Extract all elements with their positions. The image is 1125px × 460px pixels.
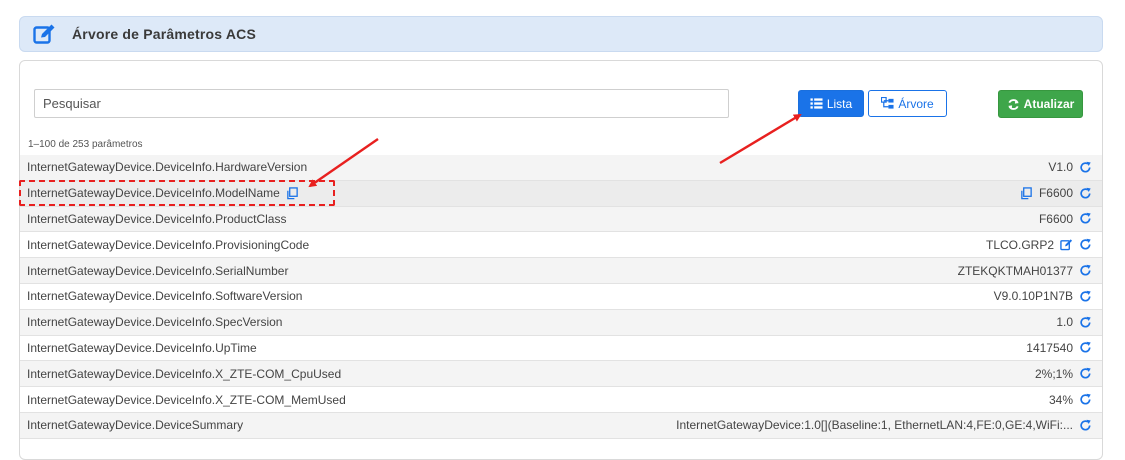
table-row: InternetGatewayDevice.DeviceInfo.X_ZTE-C… [20, 387, 1102, 413]
parameter-value: 1417540 [1026, 340, 1073, 355]
refresh-icon[interactable] [1079, 393, 1092, 406]
refresh-button[interactable]: Atualizar [998, 90, 1083, 118]
parameter-name: InternetGatewayDevice.DeviceSummary [27, 418, 244, 433]
refresh-icon[interactable] [1079, 238, 1092, 251]
copy-icon[interactable] [286, 186, 299, 200]
parameter-value: 1.0 [1056, 315, 1073, 330]
refresh-icon [1008, 98, 1019, 110]
refresh-icon[interactable] [1079, 341, 1092, 354]
refresh-icon[interactable] [1079, 264, 1092, 277]
parameter-name: InternetGatewayDevice.DeviceInfo.Product… [27, 211, 287, 226]
parameter-value: F6600 [1038, 186, 1073, 201]
parameter-name: InternetGatewayDevice.DeviceInfo.SerialN… [27, 263, 289, 278]
table-row: InternetGatewayDevice.DeviceInfo.X_ZTE-C… [20, 361, 1102, 388]
table-row: InternetGatewayDevice.DeviceInfo.Softwar… [20, 283, 1102, 310]
table-row: InternetGatewayDevice.DeviceInfo.SerialN… [20, 258, 1102, 284]
copy-icon[interactable] [1020, 186, 1033, 200]
list-icon [810, 98, 823, 109]
refresh-icon[interactable] [1079, 316, 1092, 329]
table-row: InternetGatewayDevice.DeviceSummary Inte… [20, 412, 1102, 439]
table-row: InternetGatewayDevice.DeviceInfo.ModelNa… [20, 180, 1102, 207]
parameter-name: InternetGatewayDevice.DeviceInfo.SpecVer… [27, 315, 283, 330]
list-view-button[interactable]: Lista [798, 90, 864, 117]
parameter-value: 34% [1048, 392, 1073, 407]
refresh-icon[interactable] [1079, 367, 1092, 380]
page-header: Árvore de Parâmetros ACS [19, 16, 1103, 52]
parameter-name: InternetGatewayDevice.DeviceInfo.Hardwar… [27, 160, 308, 175]
refresh-icon[interactable] [1079, 212, 1092, 225]
list-view-label: Lista [826, 96, 853, 111]
edit-icon [33, 24, 55, 44]
refresh-icon[interactable] [1079, 419, 1092, 432]
tree-icon [881, 97, 894, 109]
parameter-name: InternetGatewayDevice.DeviceInfo.ModelNa… [27, 186, 280, 201]
edit-icon[interactable] [1060, 238, 1073, 251]
parameter-name: InternetGatewayDevice.DeviceInfo.X_ZTE-C… [27, 392, 346, 407]
refresh-icon[interactable] [1079, 187, 1092, 200]
table-row: InternetGatewayDevice.DeviceInfo.Hardwar… [20, 155, 1102, 181]
results-count: 1–100 de 253 parâmetros [28, 139, 143, 150]
table-row: InternetGatewayDevice.DeviceInfo.SpecVer… [20, 309, 1102, 336]
parameter-value: TLCO.GRP2 [985, 237, 1054, 252]
parameter-value: V9.0.10P1N7B [993, 289, 1073, 304]
parameter-value: ZTEKQKTMAH01377 [957, 263, 1073, 278]
table-row: InternetGatewayDevice.DeviceInfo.Provisi… [20, 232, 1102, 259]
parameter-name: InternetGatewayDevice.DeviceInfo.Softwar… [27, 289, 303, 304]
table-row: InternetGatewayDevice.DeviceInfo.UpTime … [20, 335, 1102, 362]
parameter-list: InternetGatewayDevice.DeviceInfo.Hardwar… [20, 155, 1102, 439]
parameter-value: F6600 [1038, 211, 1073, 226]
parameter-name: InternetGatewayDevice.DeviceInfo.X_ZTE-C… [27, 366, 342, 381]
tree-view-label: Árvore [898, 96, 934, 111]
tree-view-button[interactable]: Árvore [868, 90, 947, 117]
refresh-icon[interactable] [1079, 161, 1092, 174]
page-title: Árvore de Parâmetros ACS [72, 26, 257, 42]
parameter-value: InternetGatewayDevice:1.0[](Baseline:1, … [676, 418, 1073, 433]
parameter-value: 2%;1% [1034, 366, 1073, 381]
parameter-value: V1.0 [1048, 160, 1073, 175]
table-row: InternetGatewayDevice.DeviceInfo.Product… [20, 206, 1102, 233]
refresh-label: Atualizar [1023, 97, 1075, 111]
parameter-name: InternetGatewayDevice.DeviceInfo.UpTime [27, 340, 257, 355]
parameter-name: InternetGatewayDevice.DeviceInfo.Provisi… [27, 237, 310, 252]
search-input[interactable] [34, 89, 729, 118]
refresh-icon[interactable] [1079, 290, 1092, 303]
